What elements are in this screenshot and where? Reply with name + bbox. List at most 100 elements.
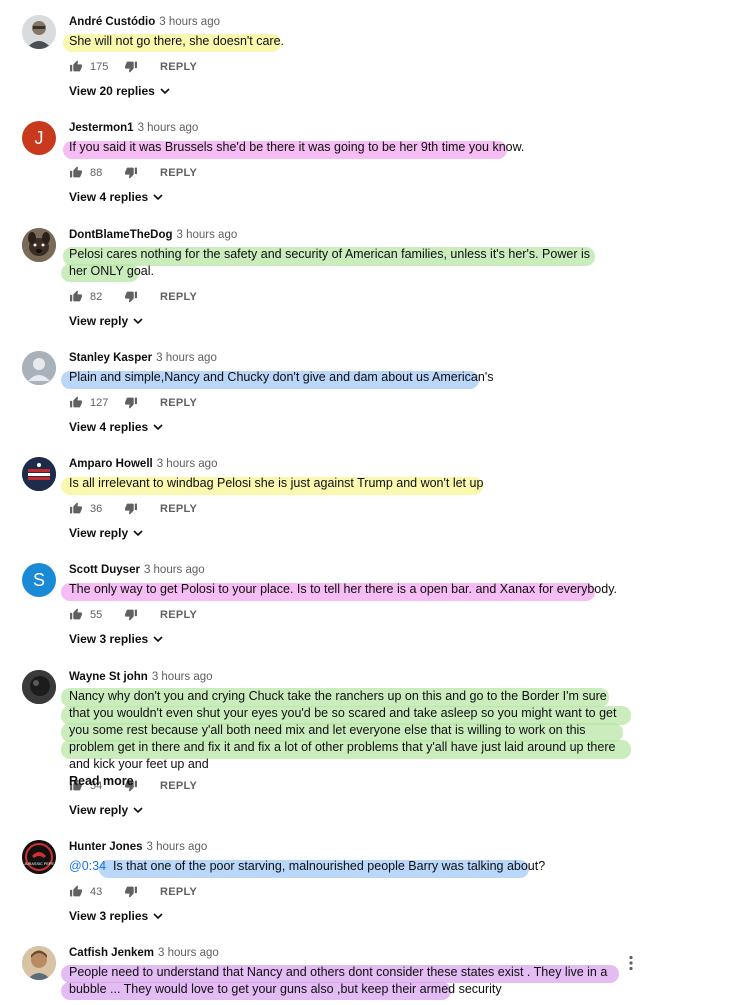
view-replies-button[interactable]: View 20 replies: [69, 84, 170, 98]
author-name[interactable]: Jestermon1: [69, 122, 134, 134]
comment-actions: 36 REPLY: [69, 502, 197, 515]
view-replies-button[interactable]: View 3 replies: [69, 909, 163, 923]
like-count: 175: [90, 60, 109, 73]
reply-button[interactable]: REPLY: [160, 291, 197, 303]
chevron-down-icon: [153, 193, 163, 200]
thumbs-up-icon[interactable]: [69, 60, 83, 73]
comment-text: She will not go there, she doesn't care.: [69, 34, 285, 48]
comment-actions: 43 REPLY: [69, 885, 197, 898]
like-count: 82: [90, 290, 103, 303]
reply-button[interactable]: REPLY: [160, 780, 197, 792]
comment-time[interactable]: 3 hours ago: [159, 16, 220, 28]
chevron-down-icon: [133, 529, 143, 536]
comment-text-container: @0:34 Is that one of the poor starving, …: [69, 858, 629, 878]
reply-button[interactable]: REPLY: [160, 503, 197, 515]
author-name[interactable]: Wayne St john: [69, 671, 148, 683]
read-more-link[interactable]: Read more: [69, 774, 134, 788]
thumbs-down-icon[interactable]: [124, 166, 138, 179]
chevron-down-icon: [133, 806, 143, 813]
reply-button[interactable]: REPLY: [160, 167, 197, 179]
comment-time[interactable]: 3 hours ago: [144, 564, 205, 576]
reply-button[interactable]: REPLY: [160, 397, 197, 409]
dog-photo-avatar-icon: [22, 228, 56, 262]
author-name[interactable]: Hunter Jones: [69, 841, 143, 853]
view-replies-button[interactable]: View reply: [69, 314, 143, 328]
view-replies-button[interactable]: View reply: [69, 803, 143, 817]
comment-meta: Wayne St john 3 hours ago: [69, 670, 213, 684]
avatar[interactable]: [22, 946, 56, 980]
avatar-logo-text: JURASSIC PEPE: [24, 862, 54, 866]
avatar[interactable]: [22, 228, 56, 262]
person-photo-avatar-icon: [22, 15, 56, 49]
chevron-down-icon: [153, 423, 163, 430]
comment-time[interactable]: 3 hours ago: [158, 947, 219, 959]
author-name[interactable]: DontBlameTheDog: [69, 229, 173, 241]
thumbs-up-icon[interactable]: [69, 290, 83, 303]
comment-text: Is all irrelevant to windbag Pelosi she …: [69, 476, 484, 490]
comment-time[interactable]: 3 hours ago: [147, 841, 208, 853]
comment-time[interactable]: 3 hours ago: [152, 671, 213, 683]
thumbs-down-icon[interactable]: [124, 396, 138, 409]
thumbs-down-icon[interactable]: [124, 885, 138, 898]
chevron-down-icon: [153, 912, 163, 919]
avatar[interactable]: [22, 670, 56, 704]
thumbs-up-icon[interactable]: [69, 166, 83, 179]
jurassic-logo-avatar-icon: JURASSIC PEPE: [22, 840, 56, 874]
thumbs-down-icon[interactable]: [124, 290, 138, 303]
view-replies-label: View 3 replies: [69, 909, 149, 923]
comment-text-container: She will not go there, she doesn't care.: [63, 33, 629, 52]
avatar[interactable]: [22, 351, 56, 385]
reply-button[interactable]: REPLY: [160, 609, 197, 621]
comment-time[interactable]: 3 hours ago: [156, 352, 217, 364]
comment-time[interactable]: 3 hours ago: [157, 458, 218, 470]
thumbs-down-icon[interactable]: [124, 60, 138, 73]
avatar-letter: S: [32, 569, 45, 590]
avatar[interactable]: JURASSIC PEPE: [22, 840, 56, 874]
avatar[interactable]: [22, 15, 56, 49]
comment-actions: 175 REPLY: [69, 60, 197, 73]
author-name[interactable]: Scott Duyser: [69, 564, 140, 576]
avatar[interactable]: J: [22, 121, 56, 155]
like-count: 43: [90, 885, 103, 898]
author-name[interactable]: Catfish Jenkem: [69, 947, 154, 959]
comment-actions: 82 REPLY: [69, 290, 197, 303]
thumbs-up-icon[interactable]: [69, 885, 83, 898]
more-actions-button[interactable]: [628, 955, 634, 976]
comment-actions: 88 REPLY: [69, 166, 197, 179]
view-replies-button[interactable]: View reply: [69, 526, 143, 540]
comment-time[interactable]: 3 hours ago: [177, 229, 238, 241]
comment-actions: 55 REPLY: [69, 608, 197, 621]
person-photo-avatar-icon: [22, 946, 56, 980]
comment-meta: André Custódio 3 hours ago: [69, 15, 220, 29]
thumbs-up-icon[interactable]: [69, 502, 83, 515]
like-count: 127: [90, 396, 109, 409]
view-replies-button[interactable]: View 4 replies: [69, 420, 163, 434]
author-name[interactable]: Stanley Kasper: [69, 352, 152, 364]
thumbs-up-icon[interactable]: [69, 396, 83, 409]
comment-text: If you said it was Brussels she'd be the…: [69, 140, 525, 154]
comment-meta: Jestermon1 3 hours ago: [69, 121, 198, 135]
reply-button[interactable]: REPLY: [160, 886, 197, 898]
comment-actions: 127 REPLY: [69, 396, 197, 409]
author-name[interactable]: André Custódio: [69, 16, 155, 28]
comment-text-container: If you said it was Brussels she'd be the…: [63, 139, 629, 159]
thumbs-down-icon[interactable]: [124, 502, 138, 515]
comment-text-container: Plain and simple,Nancy and Chucky don't …: [61, 369, 629, 389]
flag-photo-avatar-icon: [22, 457, 56, 491]
thumbs-down-icon[interactable]: [124, 608, 138, 621]
avatar[interactable]: [22, 457, 56, 491]
avatar[interactable]: S: [22, 563, 56, 597]
dark-photo-avatar-icon: [22, 670, 56, 704]
like-count: 55: [90, 608, 103, 621]
thumbs-up-icon[interactable]: [69, 608, 83, 621]
view-replies-label: View reply: [69, 314, 129, 328]
view-replies-button[interactable]: View 3 replies: [69, 632, 163, 646]
view-replies-label: View reply: [69, 526, 129, 540]
timestamp-link[interactable]: @0:34: [69, 859, 106, 873]
view-replies-button[interactable]: View 4 replies: [69, 190, 163, 204]
author-name[interactable]: Amparo Howell: [69, 458, 153, 470]
chevron-down-icon: [160, 87, 170, 94]
comment-meta: Catfish Jenkem 3 hours ago: [69, 946, 219, 960]
comment-time[interactable]: 3 hours ago: [138, 122, 199, 134]
reply-button[interactable]: REPLY: [160, 61, 197, 73]
